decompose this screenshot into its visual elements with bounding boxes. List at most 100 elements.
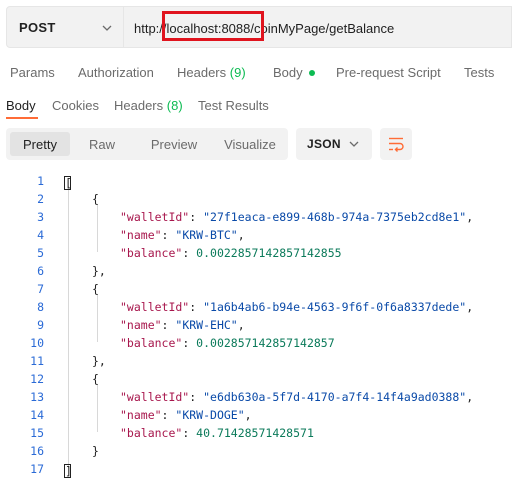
code-content: "name": "KRW-DOGE",	[120, 406, 252, 424]
line-number: 2	[37, 192, 44, 206]
json-punctuation: ,	[237, 318, 245, 332]
json-key: "balance"	[120, 246, 183, 260]
line-number: 14	[30, 408, 44, 422]
request-bar: POST http://localhost:8088/coinMyPage/ge…	[6, 6, 512, 48]
line-number: 8	[37, 300, 44, 314]
request-tab-body[interactable]: Body	[273, 65, 315, 80]
response-toolbar: Pretty Raw Preview Visualize JSON	[0, 128, 512, 160]
json-punctuation: :	[161, 228, 176, 242]
line-number: 15	[30, 426, 44, 440]
json-punctuation: :	[182, 336, 197, 350]
request-tab-headers[interactable]: Headers (9)	[177, 65, 246, 80]
wrap-lines-button[interactable]	[380, 128, 412, 160]
response-tab-body[interactable]: Body	[6, 98, 36, 113]
json-punctuation: {	[92, 282, 99, 296]
body-set-indicator-dot	[308, 69, 315, 76]
url-suffix: /coinMyPage/getBalance	[250, 21, 395, 36]
response-tab-test-results[interactable]: Test Results	[198, 98, 269, 113]
json-key: "balance"	[120, 426, 183, 440]
json-key: "balance"	[120, 336, 183, 350]
json-key: "name"	[120, 408, 162, 422]
response-body-editor[interactable]: 1[2{3 "walletId": "27f1eaca-e899-468b-974…	[0, 172, 512, 486]
json-string: "KRW-BTC"	[175, 228, 238, 242]
line-number: 16	[30, 444, 44, 458]
code-content: "name": "KRW-EHC",	[120, 316, 245, 334]
json-string: "KRW-DOGE"	[175, 408, 245, 422]
code-line: 16}	[0, 442, 512, 460]
code-content: {	[92, 370, 99, 388]
code-content: ]	[64, 460, 72, 478]
line-number: 4	[37, 228, 44, 242]
request-tab-pre-request-script[interactable]: Pre-request Script	[336, 65, 441, 80]
line-number: 10	[30, 336, 44, 350]
json-number: 0.002857142857142857	[196, 336, 335, 350]
code-line: 7{	[0, 280, 512, 298]
json-punctuation: :	[161, 318, 176, 332]
json-punctuation: :	[189, 210, 204, 224]
code-content: {	[92, 280, 99, 298]
request-tab-label: Params	[10, 65, 55, 80]
response-tab-headers[interactable]: Headers (8)	[114, 98, 183, 113]
url-input[interactable]: http://localhost:8088/coinMyPage/getBala…	[124, 6, 512, 48]
view-mode-preview[interactable]: Preview	[134, 132, 214, 156]
json-punctuation: :	[182, 426, 197, 440]
code-content: "walletId": "27f1eaca-e899-468b-974a-737…	[120, 208, 473, 226]
json-punctuation: ,	[466, 390, 474, 404]
code-content: "name": "KRW-BTC",	[120, 226, 245, 244]
line-number: 11	[30, 354, 44, 368]
request-tab-label: Tests	[464, 65, 495, 80]
line-number: 3	[37, 210, 44, 224]
json-number: 40.71428571428571	[196, 426, 314, 440]
code-line: 9 "name": "KRW-EHC",	[0, 316, 512, 334]
json-punctuation: ,	[466, 300, 474, 314]
code-line: 17]	[0, 460, 512, 478]
json-key: "walletId"	[120, 210, 190, 224]
code-line: 6},	[0, 262, 512, 280]
code-content: "balance": 0.002857142857142857	[120, 334, 335, 352]
url-prefix: http://localhost	[134, 21, 218, 36]
code-line: 4 "name": "KRW-BTC",	[0, 226, 512, 244]
json-string: "27f1eaca-e899-468b-974a-7375eb2cd8e1"	[203, 210, 467, 224]
line-number: 12	[30, 372, 44, 386]
view-mode-segment: Pretty Raw Preview Visualize	[6, 128, 288, 160]
json-key: "walletId"	[120, 300, 190, 314]
line-number: 17	[30, 462, 44, 476]
line-number: 5	[37, 246, 44, 260]
view-mode-raw[interactable]: Raw	[74, 132, 130, 156]
json-string: "e6db630a-5f7d-4170-a7f4-14f4a9ad0388"	[203, 390, 467, 404]
request-tab-label: Pre-request Script	[336, 65, 441, 80]
response-tab-cookies[interactable]: Cookies	[52, 98, 99, 113]
json-key: "name"	[120, 228, 162, 242]
wrap-lines-icon	[389, 137, 404, 152]
line-number: 9	[37, 318, 44, 332]
json-punctuation: ,	[244, 408, 252, 422]
json-punctuation: [	[64, 176, 72, 190]
code-content: "walletId": "1a6b4ab6-b94e-4563-9f6f-0f6…	[120, 298, 473, 316]
response-tab-label: Headers	[114, 98, 164, 113]
code-line: 5 "balance": 0.0022857142857142855	[0, 244, 512, 262]
json-punctuation: ]	[64, 464, 72, 478]
code-line: 15 "balance": 40.71428571428571	[0, 424, 512, 442]
request-tab-tests[interactable]: Tests	[464, 65, 494, 80]
request-tab-label: Body	[273, 65, 303, 80]
json-string: "KRW-EHC"	[175, 318, 238, 332]
request-tab-params[interactable]: Params	[10, 65, 55, 80]
code-line: 10 "balance": 0.002857142857142857	[0, 334, 512, 352]
json-punctuation: },	[92, 264, 106, 278]
code-content: },	[92, 352, 106, 370]
code-content: },	[92, 262, 106, 280]
code-line: 14 "name": "KRW-DOGE",	[0, 406, 512, 424]
json-key: "walletId"	[120, 390, 190, 404]
line-number: 7	[37, 282, 44, 296]
request-tab-authorization[interactable]: Authorization	[78, 65, 154, 80]
code-line: 1[	[0, 172, 512, 190]
code-line: 13 "walletId": "e6db630a-5f7d-4170-a7f4-1…	[0, 388, 512, 406]
method-select[interactable]: POST	[6, 6, 124, 48]
response-tab-count: (8)	[166, 98, 183, 113]
line-number: 1	[37, 174, 44, 188]
view-mode-visualize[interactable]: Visualize	[216, 132, 284, 156]
json-punctuation: :	[182, 246, 197, 260]
view-mode-pretty[interactable]: Pretty	[10, 132, 70, 156]
response-tab-label: Cookies	[52, 98, 99, 113]
format-select[interactable]: JSON	[296, 128, 372, 160]
